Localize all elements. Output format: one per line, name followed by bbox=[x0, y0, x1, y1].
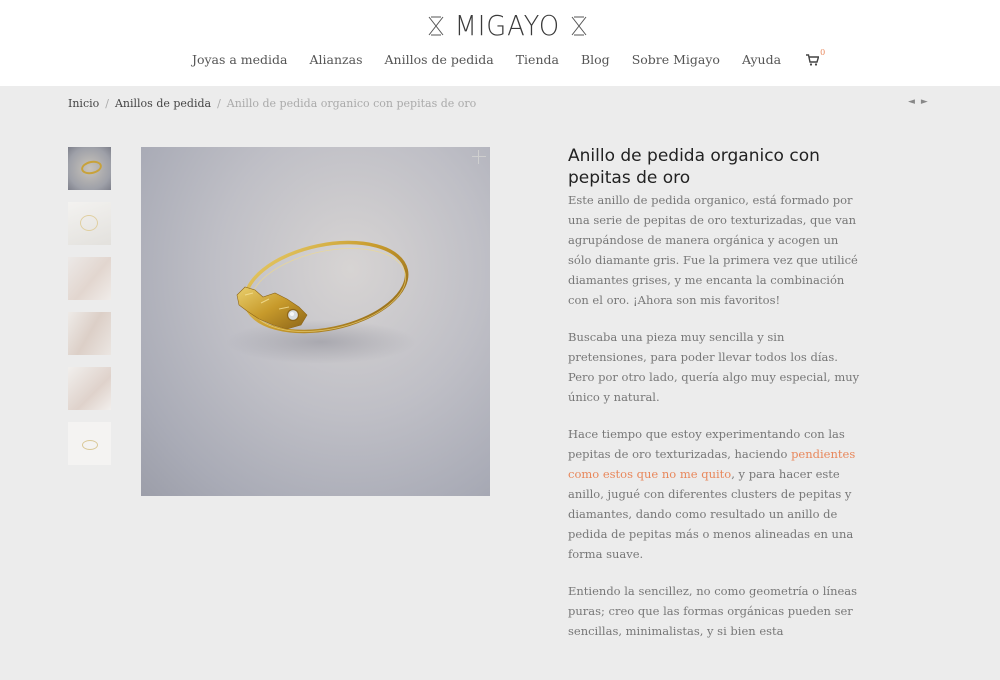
prev-product-button[interactable]: ◄ bbox=[908, 97, 915, 107]
cart-button[interactable]: 0 bbox=[806, 48, 825, 66]
nav-joyas-a-medida[interactable]: Joyas a medida bbox=[192, 52, 288, 67]
breadcrumb-category[interactable]: Anillos de pedida bbox=[115, 97, 211, 110]
product-description-paragraph-4: Entiendo la sencillez, no como geometría… bbox=[568, 584, 858, 638]
paragraph-3-text-end: , y para hacer este anillo, jugué con di… bbox=[568, 467, 854, 561]
breadcrumb: Inicio / Anillos de pedida / Anillo de p… bbox=[68, 97, 476, 110]
breadcrumb-separator: / bbox=[105, 97, 109, 110]
product-pager: ◄ ► bbox=[908, 97, 928, 107]
breadcrumb-current: Anillo de pedida organico con pepitas de… bbox=[226, 97, 477, 110]
main-nav: Joyas a medida Alianzas Anillos de pedid… bbox=[0, 48, 1000, 68]
breadcrumb-home[interactable]: Inicio bbox=[68, 97, 99, 110]
shopping-cart-icon bbox=[806, 53, 820, 66]
next-product-button[interactable]: ► bbox=[921, 97, 928, 107]
nav-tienda[interactable]: Tienda bbox=[516, 52, 559, 67]
thumbnail-5[interactable] bbox=[68, 367, 111, 410]
product-description-paragraph-3: Hace tiempo que estoy experimentando con… bbox=[568, 424, 860, 564]
nav-alianzas[interactable]: Alianzas bbox=[310, 52, 363, 67]
product-main-image[interactable] bbox=[141, 147, 490, 496]
product-details: Anillo de pedida organico con pepitas de… bbox=[568, 145, 860, 658]
logo-right-mark bbox=[571, 16, 587, 36]
logo-left-mark bbox=[428, 16, 444, 36]
nav-blog[interactable]: Blog bbox=[581, 52, 610, 67]
product-title: Anillo de pedida organico con pepitas de… bbox=[568, 146, 820, 188]
cart-count-badge: 0 bbox=[820, 47, 826, 57]
site-header: MIGAYO Joyas a medida Alianzas Anillos d… bbox=[0, 0, 1000, 86]
nav-sobre-migayo[interactable]: Sobre Migayo bbox=[632, 52, 720, 67]
thumbnail-3[interactable] bbox=[68, 257, 111, 300]
thumbnail-4[interactable] bbox=[68, 312, 111, 355]
product-description-paragraph-2: Buscaba una pieza muy sencilla y sin pre… bbox=[568, 330, 860, 404]
nav-anillos-de-pedida[interactable]: Anillos de pedida bbox=[385, 52, 494, 67]
product-description-paragraph-1: Este anillo de pedida organico, está for… bbox=[568, 193, 858, 307]
thumbnail-6[interactable] bbox=[68, 422, 111, 465]
zoom-icon[interactable] bbox=[472, 150, 486, 164]
logo-text: MIGAYO bbox=[454, 9, 561, 42]
thumbnail-1[interactable] bbox=[68, 147, 111, 190]
gold-ring-image bbox=[226, 240, 416, 364]
logo[interactable]: MIGAYO bbox=[428, 11, 587, 41]
thumbnail-gallery bbox=[68, 147, 111, 477]
breadcrumb-separator: / bbox=[217, 97, 221, 110]
nav-ayuda[interactable]: Ayuda bbox=[742, 52, 781, 67]
thumbnail-2[interactable] bbox=[68, 202, 111, 245]
